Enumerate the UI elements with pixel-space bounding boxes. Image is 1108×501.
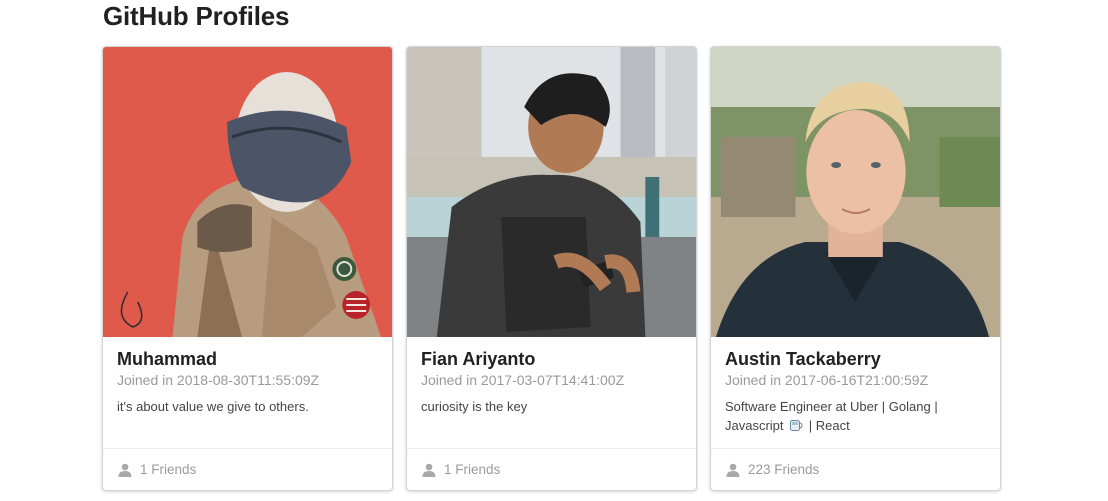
profile-card-list: Muhammad Joined in 2018-08-30T11:55:09Z … bbox=[102, 46, 1001, 491]
profile-card[interactable]: Muhammad Joined in 2018-08-30T11:55:09Z … bbox=[102, 46, 393, 491]
profile-bio: curiosity is the key bbox=[421, 399, 528, 414]
friends-count: 1 Friends bbox=[444, 462, 501, 477]
joined-date: Joined in 2018-08-30T11:55:09Z bbox=[117, 372, 320, 388]
friends-count-row[interactable]: 1 Friends bbox=[103, 448, 392, 490]
blond-man-portrait-photo bbox=[711, 47, 1000, 337]
profile-bio: it's about value we give to others. bbox=[117, 399, 309, 414]
profile-card[interactable]: Fian Ariyanto Joined in 2017-03-07T14:41… bbox=[406, 46, 697, 491]
user-icon bbox=[726, 463, 740, 477]
friends-count-row[interactable]: 223 Friends bbox=[711, 448, 1000, 490]
profiles-page: GitHub Profiles Muhammad Joined in 2018-… bbox=[0, 0, 1108, 501]
joined-date: Joined in 2017-06-16T21:00:59Z bbox=[725, 372, 929, 388]
page-title: GitHub Profiles bbox=[103, 1, 290, 31]
user-icon bbox=[422, 463, 436, 477]
coffee-cup-icon bbox=[790, 420, 803, 431]
profile-name[interactable]: Muhammad bbox=[117, 348, 378, 370]
joined-date: Joined in 2017-03-07T14:41:00Z bbox=[421, 372, 625, 388]
helmet-soldier-illustration bbox=[103, 47, 392, 337]
friends-count: 1 Friends bbox=[140, 462, 197, 477]
profile-photo[interactable] bbox=[711, 47, 1000, 337]
bio-text-part: Software Engineer at Uber | Golang | bbox=[725, 399, 938, 414]
profile-card[interactable]: Austin Tackaberry Joined in 2017-06-16T2… bbox=[710, 46, 1001, 491]
friends-count: 223 Friends bbox=[748, 462, 820, 477]
profile-photo[interactable] bbox=[103, 47, 392, 337]
profile-photo[interactable] bbox=[407, 47, 696, 337]
profile-name[interactable]: Fian Ariyanto bbox=[421, 348, 682, 370]
friends-count-row[interactable]: 1 Friends bbox=[407, 448, 696, 490]
user-icon bbox=[118, 463, 132, 477]
profile-name[interactable]: Austin Tackaberry bbox=[725, 348, 986, 370]
profile-bio: Software Engineer at Uber | Golang | Jav… bbox=[725, 397, 986, 435]
bio-text-part: Javascript bbox=[725, 418, 784, 433]
bio-text-part: | React bbox=[808, 418, 850, 433]
man-with-phone-photo bbox=[407, 47, 696, 337]
